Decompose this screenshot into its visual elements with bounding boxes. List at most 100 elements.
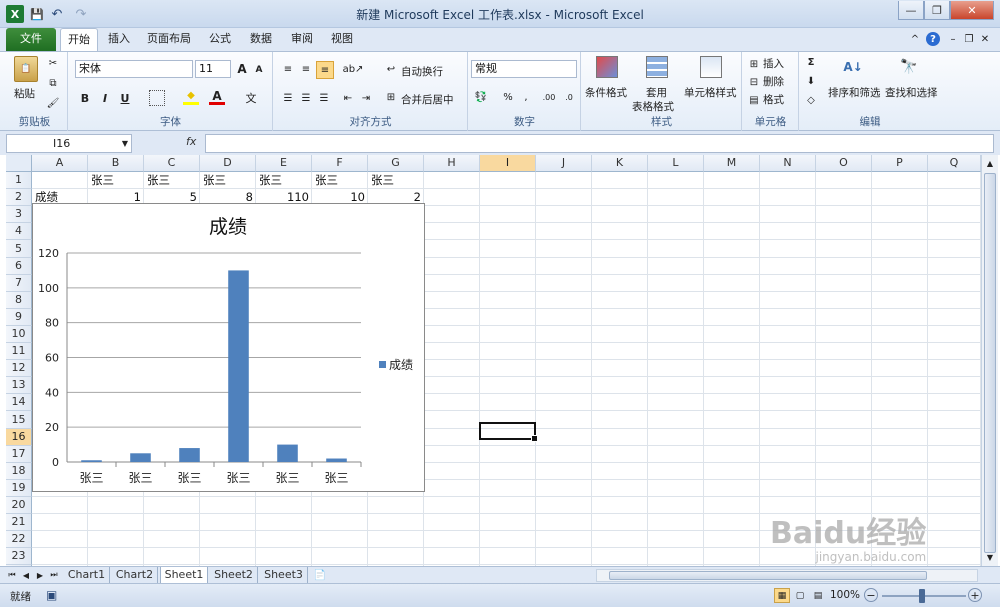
insert-sheet-icon[interactable]: 📄 (312, 568, 328, 582)
autosum-icon[interactable]: Σ (804, 55, 818, 69)
merge-center-button[interactable]: 合并后居中 (401, 92, 454, 107)
sheet-tab-sheet1[interactable]: Sheet1 (160, 567, 208, 583)
comma-style-button[interactable]: , (519, 89, 533, 105)
horizontal-scroll-thumb[interactable] (609, 571, 927, 580)
cell-D1[interactable]: 张三 (203, 172, 226, 189)
column-header-P[interactable]: P (872, 155, 928, 172)
find-select-button[interactable]: 查找和选择 (885, 85, 938, 100)
row-header-20[interactable]: 20 (6, 497, 32, 514)
row-header-12[interactable]: 12 (6, 360, 32, 377)
underline-button[interactable]: U (117, 90, 133, 106)
column-header-A[interactable]: A (32, 155, 88, 172)
column-header-F[interactable]: F (312, 155, 368, 172)
increase-indent-icon[interactable]: ⇥ (358, 90, 374, 106)
row-header-18[interactable]: 18 (6, 463, 32, 480)
maximize-button[interactable]: ❐ (924, 1, 950, 20)
column-header-L[interactable]: L (648, 155, 704, 172)
format-as-table-button-line1[interactable]: 套用 (646, 85, 667, 100)
first-sheet-icon[interactable]: ⏮ (6, 569, 18, 581)
format-as-table-button-line2[interactable]: 表格格式 (632, 99, 674, 114)
delete-cells-button[interactable]: 删除 (763, 74, 784, 89)
align-right-icon[interactable]: ☰ (316, 90, 332, 106)
sheet-tab-sheet2[interactable]: Sheet2 (210, 567, 258, 583)
row-header-3[interactable]: 3 (6, 206, 32, 223)
scroll-down-icon[interactable]: ▼ (984, 551, 996, 563)
row-header-15[interactable]: 15 (6, 411, 32, 429)
sort-filter-icon[interactable]: A↓ (842, 56, 864, 78)
align-top-icon[interactable]: ≡ (280, 61, 296, 77)
tab-formulas[interactable]: 公式 (202, 28, 238, 51)
row-header-13[interactable]: 13 (6, 377, 32, 394)
fill-color-icon[interactable]: ◆ (183, 89, 199, 105)
row-header-1[interactable]: 1 (6, 172, 32, 189)
column-header-B[interactable]: B (88, 155, 144, 172)
worksheet-grid[interactable]: ABCDEFGHIJKLMNOPQ 1 2 3 4 5 6 7 8 9 10 11 12 13 14 15 1… (0, 155, 1000, 582)
tab-view[interactable]: 视图 (324, 28, 360, 51)
page-layout-view-icon[interactable]: ▢ (792, 588, 808, 603)
name-box[interactable]: I16 (6, 134, 132, 153)
next-sheet-icon[interactable]: ▶ (34, 569, 46, 581)
page-break-view-icon[interactable]: ▤ (810, 588, 826, 603)
insert-cells-icon[interactable]: ⊞ (747, 57, 761, 71)
format-painter-icon[interactable]: 🖌 (46, 96, 60, 110)
column-header-Q[interactable]: Q (928, 155, 981, 172)
zoom-slider-thumb[interactable] (919, 589, 925, 603)
shrink-font-icon[interactable]: A (253, 63, 265, 77)
align-center-icon[interactable]: ☰ (298, 90, 314, 106)
bold-button[interactable]: B (77, 90, 93, 106)
sheet-tab-chart2[interactable]: Chart2 (112, 567, 158, 583)
column-header-M[interactable]: M (704, 155, 760, 172)
cut-icon[interactable]: ✂ (46, 56, 60, 70)
select-all-corner[interactable] (6, 155, 32, 172)
embedded-chart[interactable]: 成绩 0 20 40 60 80 100 120 张三 张三 张三 张三 张三 张三 成绩 (32, 203, 425, 492)
tab-data[interactable]: 数据 (242, 28, 280, 51)
cell-B1[interactable]: 张三 (91, 172, 114, 189)
close-button[interactable]: ✕ (950, 1, 994, 20)
vertical-scrollbar[interactable]: ▲ ▼ (981, 155, 998, 566)
column-header-N[interactable]: N (760, 155, 816, 172)
workbook-restore-icon[interactable]: ❐ (962, 32, 976, 46)
zoom-in-icon[interactable]: + (968, 588, 982, 602)
align-middle-icon[interactable]: ≡ (298, 61, 314, 77)
row-header-6[interactable]: 6 (6, 258, 32, 275)
name-box-dropdown-icon[interactable]: ▼ (120, 137, 130, 149)
fill-icon[interactable]: ⬇ (804, 74, 818, 88)
column-header-K[interactable]: K (592, 155, 648, 172)
column-header-E[interactable]: E (256, 155, 312, 172)
row-header-14[interactable]: 14 (6, 394, 32, 411)
cell-F1[interactable]: 张三 (315, 172, 338, 189)
minimize-button[interactable]: — (898, 1, 924, 20)
column-header-J[interactable]: J (536, 155, 592, 172)
row-header-21[interactable]: 21 (6, 514, 32, 531)
row-header-8[interactable]: 8 (6, 292, 32, 309)
formula-input[interactable] (205, 134, 994, 153)
grow-font-icon[interactable]: A (235, 61, 249, 77)
decrease-indent-icon[interactable]: ⇤ (340, 90, 356, 106)
cell-E1[interactable]: 张三 (259, 172, 282, 189)
prev-sheet-icon[interactable]: ◀ (20, 569, 32, 581)
row-header-10[interactable]: 10 (6, 326, 32, 343)
find-select-icon[interactable]: 🔭 (898, 56, 920, 78)
row-header-9[interactable]: 9 (6, 309, 32, 326)
italic-button[interactable]: I (97, 90, 113, 106)
border-icon[interactable] (149, 90, 165, 106)
cell-G1[interactable]: 张三 (371, 172, 394, 189)
zoom-level[interactable]: 100% (830, 589, 860, 601)
merge-center-icon[interactable]: ⊞ (384, 90, 398, 104)
font-size-select[interactable]: 11 (195, 60, 231, 78)
format-as-table-icon[interactable] (646, 56, 668, 78)
workbook-minimize-icon[interactable]: – (946, 32, 960, 46)
cell-styles-icon[interactable] (700, 56, 722, 78)
row-header-5[interactable]: 5 (6, 240, 32, 258)
copy-icon[interactable]: ⧉ (46, 76, 60, 90)
column-header-I[interactable]: I (480, 155, 536, 172)
percent-style-button[interactable]: % (501, 89, 515, 105)
align-bottom-icon[interactable]: ≡ (316, 61, 334, 79)
wrap-text-button[interactable]: 自动换行 (401, 64, 443, 79)
row-header-11[interactable]: 11 (6, 343, 32, 360)
delete-cells-icon[interactable]: ⊟ (747, 75, 761, 89)
sheet-tab-sheet3[interactable]: Sheet3 (260, 567, 308, 583)
ribbon-collapse-icon[interactable]: ^ (908, 32, 922, 46)
zoom-out-icon[interactable]: − (864, 588, 878, 602)
sheet-tab-chart1[interactable]: Chart1 (64, 567, 110, 583)
